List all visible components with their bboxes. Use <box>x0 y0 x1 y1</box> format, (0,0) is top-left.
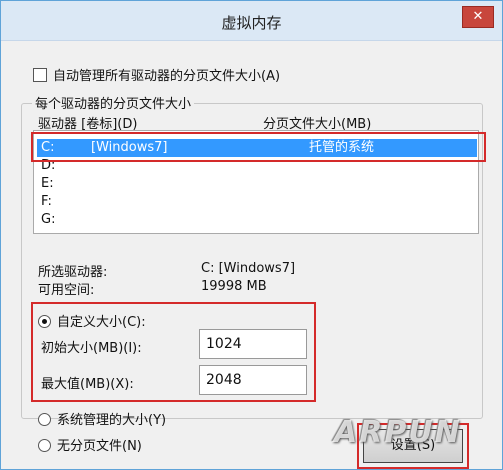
custom-size-label: 自定义大小(C): <box>57 315 146 330</box>
system-managed-radio[interactable] <box>38 413 51 426</box>
watermark-text: ARPUN <box>334 415 462 450</box>
max-size-input[interactable]: 2048 <box>199 365 307 395</box>
no-paging-option[interactable]: 无分页文件(N) <box>38 435 142 454</box>
drive-row-e[interactable]: E: <box>37 175 477 193</box>
no-paging-label: 无分页文件(N) <box>57 439 142 454</box>
free-space-label: 可用空间: <box>38 283 95 298</box>
virtual-memory-dialog: 虚拟内存 ✕ 自动管理所有驱动器的分页文件大小(A) 每个驱动器的分页文件大小 … <box>0 0 503 470</box>
selected-drive-value: C: [Windows7] <box>201 261 296 276</box>
auto-manage-checkbox[interactable] <box>33 68 47 82</box>
drive-letter: F: <box>41 194 52 209</box>
group-legend: 每个驱动器的分页文件大小 <box>32 93 195 112</box>
custom-size-radio[interactable] <box>38 315 51 328</box>
initial-size-input[interactable]: 1024 <box>199 329 307 359</box>
title-bar: 虚拟内存 ✕ <box>1 1 502 41</box>
drive-row-g[interactable]: G: <box>37 211 477 229</box>
drive-letter: G: <box>41 212 56 227</box>
drive-row-f[interactable]: F: <box>37 193 477 211</box>
no-paging-radio[interactable] <box>38 439 51 452</box>
system-managed-label: 系统管理的大小(Y) <box>57 413 167 428</box>
window-title: 虚拟内存 <box>221 14 282 32</box>
drive-letter: E: <box>41 176 54 191</box>
close-button[interactable]: ✕ <box>462 6 494 28</box>
initial-size-label: 初始大小(MB)(I): <box>41 341 142 356</box>
auto-manage-label: 自动管理所有驱动器的分页文件大小(A) <box>53 69 281 84</box>
max-size-label: 最大值(MB)(X): <box>41 377 134 392</box>
system-managed-option[interactable]: 系统管理的大小(Y) <box>38 409 166 428</box>
selected-drive-label: 所选驱动器: <box>38 265 108 280</box>
selected-drive-highlight <box>31 132 486 162</box>
auto-manage-option[interactable]: 自动管理所有驱动器的分页文件大小(A) <box>33 65 280 84</box>
free-space-value: 19998 MB <box>201 279 267 294</box>
custom-size-option[interactable]: 自定义大小(C): <box>38 311 146 330</box>
